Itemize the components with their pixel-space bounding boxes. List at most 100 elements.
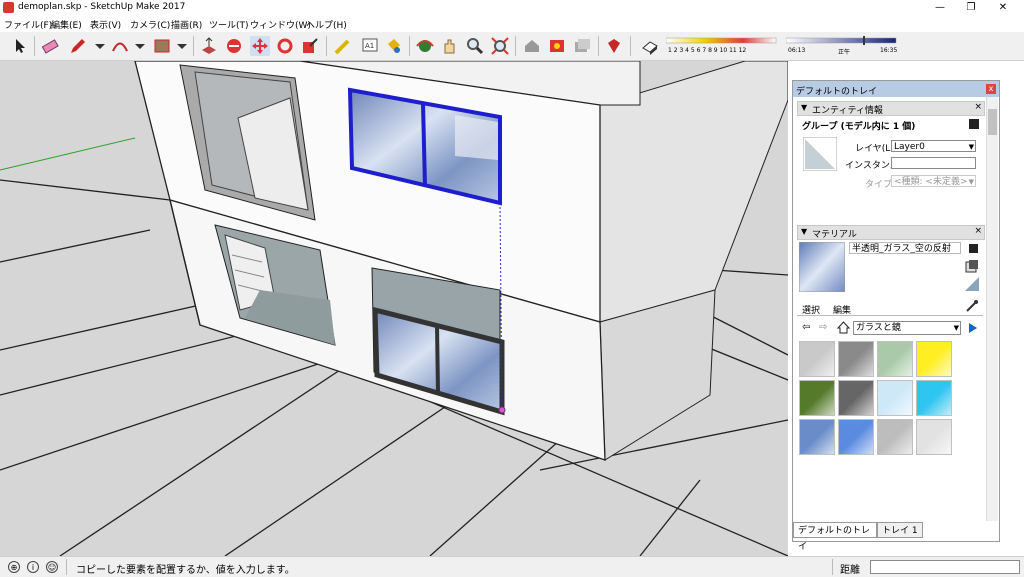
- shadow-time-end: 16:35: [880, 47, 898, 54]
- type-select: <種類: <未定義> ▼: [891, 175, 976, 187]
- back-arrow-icon[interactable]: ⇦: [802, 322, 810, 333]
- section-close-icon[interactable]: ×: [974, 102, 982, 112]
- menu-file[interactable]: ファイル(F): [4, 18, 52, 31]
- default-material-icon[interactable]: [965, 259, 979, 273]
- material-swatch[interactable]: [799, 380, 835, 416]
- maximize-button[interactable]: ❐: [956, 1, 986, 15]
- menu-view[interactable]: 表示(V): [90, 18, 121, 31]
- orbit-icon[interactable]: [415, 36, 435, 56]
- type-value: <種類: <未定義>: [894, 177, 968, 187]
- menu-bar: ファイル(F) 編集(E) 表示(V) カメラ(C) 描画(R) ツール(T) …: [0, 16, 1024, 32]
- tray-tab-default[interactable]: デフォルトのトレイ: [793, 522, 877, 552]
- collapse-arrow-icon: ▼: [801, 227, 808, 236]
- toolbar-divider: [409, 36, 410, 56]
- sample-paint-icon[interactable]: [965, 277, 979, 291]
- rotate-icon[interactable]: [275, 36, 295, 56]
- menu-help[interactable]: ヘルプ(H): [306, 18, 347, 31]
- push-pull-icon[interactable]: [199, 36, 219, 56]
- tray-close-button[interactable]: x: [986, 84, 996, 94]
- arc-icon[interactable]: [110, 36, 130, 56]
- tray-title-bar[interactable]: デフォルトのトレイ x: [793, 81, 999, 97]
- window-title: demoplan.skp - SketchUp Make 2017: [18, 2, 186, 12]
- building-model[interactable]: [0, 61, 788, 556]
- material-swatch[interactable]: [838, 380, 874, 416]
- tab-divider: [797, 315, 983, 316]
- menu-edit[interactable]: 編集(E): [51, 18, 82, 31]
- current-material-preview: [799, 242, 845, 292]
- toolbar-divider: [34, 36, 35, 56]
- zoom-extents-icon[interactable]: [490, 36, 510, 56]
- shadow-time-noon: 正午: [838, 49, 851, 56]
- close-button[interactable]: ✕: [988, 1, 1018, 15]
- dropdown-arrow-icon[interactable]: [172, 36, 192, 56]
- info-icon[interactable]: i: [27, 561, 39, 573]
- tape-measure-icon[interactable]: [333, 36, 353, 56]
- material-swatch[interactable]: [877, 341, 913, 377]
- material-swatch[interactable]: [916, 341, 952, 377]
- eyedropper-icon[interactable]: [965, 299, 979, 313]
- material-swatch[interactable]: [877, 380, 913, 416]
- eraser-icon[interactable]: [40, 36, 60, 56]
- select-icon[interactable]: [10, 36, 30, 56]
- shadows-toggle-icon[interactable]: [640, 36, 660, 56]
- status-divider: [832, 559, 833, 575]
- measurement-input[interactable]: [870, 560, 1020, 574]
- menu-window[interactable]: ウィンドウ(W): [250, 18, 311, 31]
- toolbar-divider: [193, 36, 194, 56]
- details-arrow-icon[interactable]: [967, 322, 979, 334]
- follow-me-icon[interactable]: [224, 36, 244, 56]
- entity-thumbnail-icon: [803, 137, 837, 171]
- warehouse-icon[interactable]: [522, 36, 542, 56]
- material-swatch[interactable]: [799, 419, 835, 455]
- forward-arrow-icon[interactable]: ⇨: [819, 322, 827, 333]
- details-toggle-icon[interactable]: [969, 119, 979, 129]
- menu-tools[interactable]: ツール(T): [209, 18, 249, 31]
- materials-header[interactable]: ▼ マテリアル ×: [797, 225, 985, 240]
- materials-title: マテリアル: [812, 230, 857, 240]
- home-icon[interactable]: [837, 321, 850, 334]
- layer-select[interactable]: Layer0 ▼: [891, 140, 976, 152]
- move-icon[interactable]: [250, 36, 270, 56]
- tray-title: デフォルトのトレイ: [796, 87, 878, 97]
- pan-icon[interactable]: [440, 36, 460, 56]
- paint-bucket-icon[interactable]: [384, 36, 404, 56]
- layer-value: Layer0: [894, 142, 925, 152]
- section-close-icon[interactable]: ×: [974, 226, 982, 236]
- material-swatch[interactable]: [799, 341, 835, 377]
- text-label-icon[interactable]: A1: [360, 36, 380, 56]
- material-swatch[interactable]: [838, 341, 874, 377]
- shadow-time-slider[interactable]: [786, 36, 898, 46]
- shadow-time-start: 06:13: [788, 47, 806, 54]
- material-name-input[interactable]: 半透明_ガラス_空の反射: [849, 242, 961, 254]
- scrollbar-thumb[interactable]: [988, 109, 997, 135]
- main-toolbar: A1 1 2 3 4 5 6 7 8 9 10 11 12 06:13 正午 1…: [0, 32, 1024, 61]
- zoom-icon[interactable]: [465, 36, 485, 56]
- extension-icon[interactable]: [547, 36, 567, 56]
- scale-icon[interactable]: [300, 36, 320, 56]
- geo-location-icon[interactable]: ⊕: [8, 561, 20, 573]
- rectangle-icon[interactable]: [152, 36, 172, 56]
- menu-draw[interactable]: 描画(R): [171, 18, 202, 31]
- minimize-button[interactable]: —: [925, 1, 955, 15]
- chevron-down-icon: ▼: [953, 324, 959, 332]
- material-swatch[interactable]: [877, 419, 913, 455]
- material-swatch[interactable]: [838, 419, 874, 455]
- instance-input[interactable]: [891, 157, 976, 169]
- toolbar-divider: [515, 36, 516, 56]
- tray-tab-1[interactable]: トレイ 1: [877, 522, 923, 538]
- dropdown-arrow-icon[interactable]: [90, 36, 110, 56]
- menu-camera[interactable]: カメラ(C): [130, 18, 170, 31]
- model-viewport[interactable]: [0, 61, 788, 556]
- material-swatch[interactable]: [916, 380, 952, 416]
- material-swatch[interactable]: [916, 419, 952, 455]
- chevron-down-icon: ▼: [968, 178, 974, 186]
- dropdown-arrow-icon[interactable]: [130, 36, 150, 56]
- share-model-icon[interactable]: [572, 36, 592, 56]
- collection-select[interactable]: ガラスと鏡 ▼: [853, 321, 961, 335]
- user-icon[interactable]: ☺: [46, 561, 58, 573]
- ruby-icon[interactable]: [604, 36, 624, 56]
- entity-info-header[interactable]: ▼ エンティティ情報 ×: [797, 101, 985, 116]
- create-material-icon[interactable]: [969, 244, 978, 253]
- pencil-icon[interactable]: [68, 36, 88, 56]
- tray-scrollbar[interactable]: [986, 97, 998, 521]
